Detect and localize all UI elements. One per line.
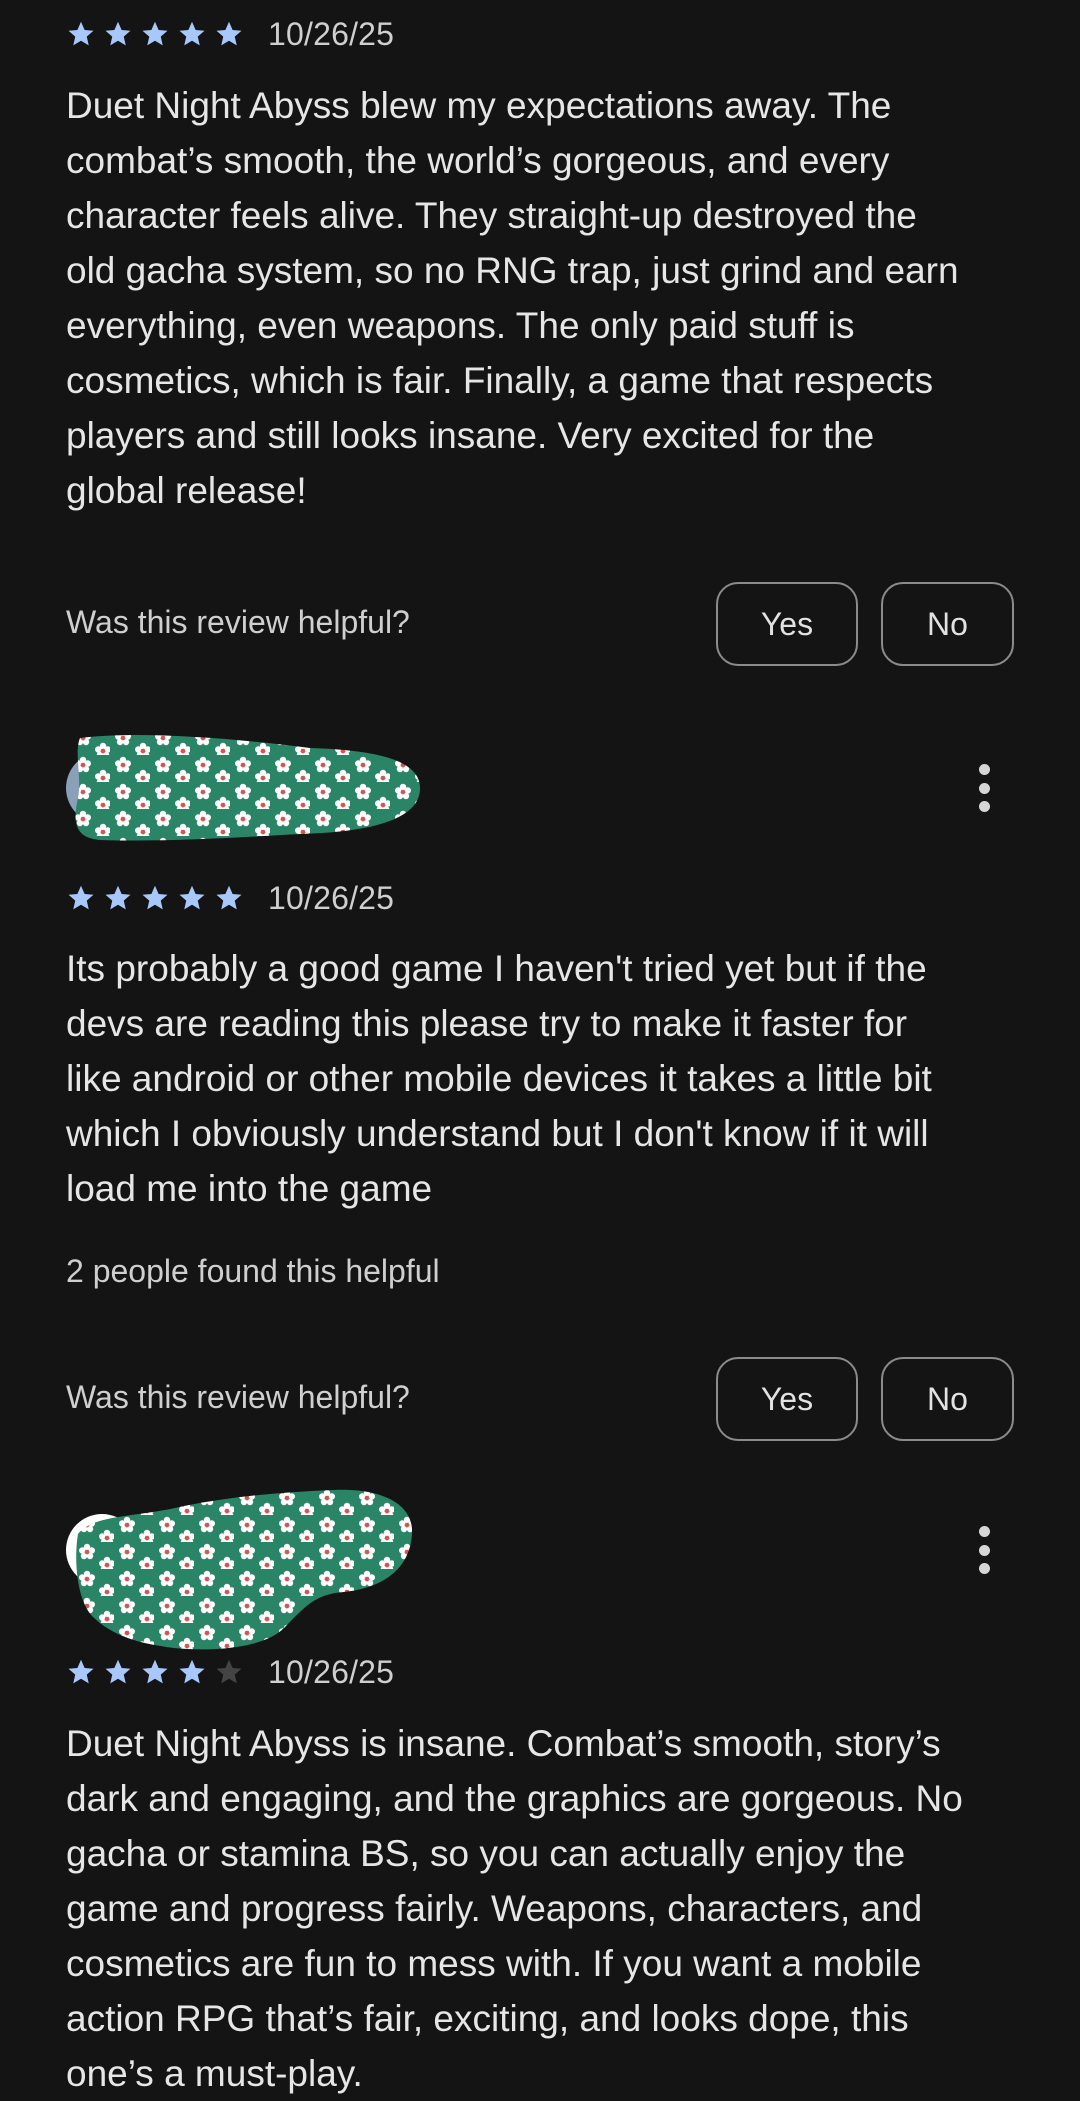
star-icon bbox=[140, 1657, 170, 1687]
review-author-row bbox=[66, 1489, 1014, 1650]
star-icon bbox=[140, 883, 170, 913]
helpful-row: Was this review helpful? Yes No bbox=[66, 1357, 1014, 1445]
star-icon bbox=[214, 883, 244, 913]
star-rating bbox=[66, 19, 251, 49]
star-icon bbox=[66, 19, 96, 49]
helpful-question: Was this review helpful? bbox=[66, 604, 410, 640]
star-icon bbox=[66, 883, 96, 913]
helpful-no-button[interactable]: No bbox=[881, 1357, 1014, 1441]
review-text: Its probably a good game I haven't tried… bbox=[66, 948, 932, 1209]
star-icon bbox=[140, 19, 170, 49]
star-icon bbox=[103, 883, 133, 913]
redacted-author-name bbox=[74, 1488, 426, 1652]
review-author-row bbox=[66, 728, 1014, 848]
review-date: 10/26/25 bbox=[268, 1653, 395, 1690]
more-vert-icon[interactable] bbox=[974, 1526, 994, 1574]
rating-row: 10/26/25 bbox=[66, 14, 394, 54]
star-rating bbox=[66, 883, 251, 913]
star-icon bbox=[177, 19, 207, 49]
rating-row: 10/26/25 bbox=[66, 1652, 394, 1692]
helpful-count: 2 people found this helpful bbox=[66, 1253, 440, 1289]
star-outline-icon bbox=[214, 1657, 244, 1687]
helpful-yes-button[interactable]: Yes bbox=[716, 582, 858, 666]
redaction-scribble bbox=[76, 1489, 413, 1650]
review-date: 10/26/25 bbox=[268, 879, 395, 916]
star-icon bbox=[177, 883, 207, 913]
review-date: 10/26/25 bbox=[268, 15, 395, 52]
helpful-question: Was this review helpful? bbox=[66, 1379, 410, 1415]
review-text: Duet Night Abyss blew my expectations aw… bbox=[66, 85, 959, 511]
star-icon bbox=[103, 1657, 133, 1687]
helpful-no-button[interactable]: No bbox=[881, 582, 1014, 666]
review-text: Duet Night Abyss is insane. Combat’s smo… bbox=[66, 1723, 963, 2094]
star-icon bbox=[66, 1657, 96, 1687]
star-icon bbox=[214, 19, 244, 49]
star-icon bbox=[177, 1657, 207, 1687]
redacted-author-name bbox=[70, 728, 422, 848]
star-rating bbox=[66, 1657, 251, 1687]
helpful-yes-button[interactable]: Yes bbox=[716, 1357, 858, 1441]
rating-row: 10/26/25 bbox=[66, 878, 394, 918]
star-icon bbox=[103, 19, 133, 49]
redaction-scribble bbox=[75, 735, 421, 841]
more-vert-icon[interactable] bbox=[974, 764, 994, 812]
helpful-row: Was this review helpful? Yes No bbox=[66, 582, 1014, 670]
